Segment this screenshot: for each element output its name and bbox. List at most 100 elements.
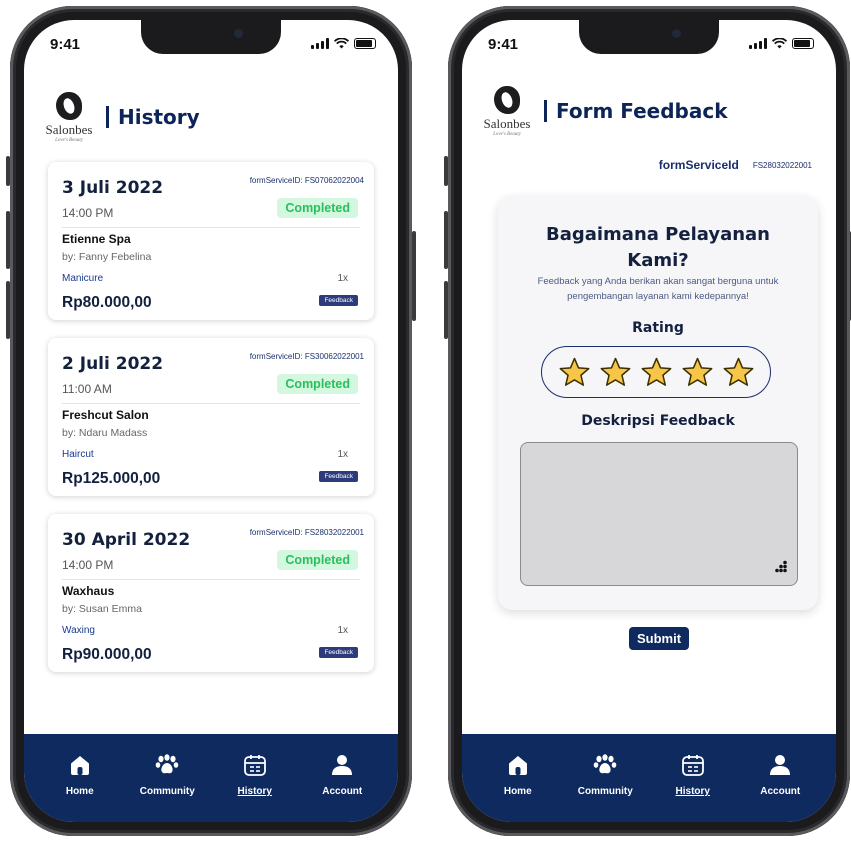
history-header: Salonbes Love's Beauty History (42, 92, 380, 152)
feedback-question: Bagaimana Pelayanan Kami? (545, 224, 770, 271)
nav-community-label: Community (577, 786, 633, 797)
home-icon (478, 752, 558, 778)
card-salon-name: Etienne Spa (62, 232, 131, 246)
card-quantity: 1x (337, 625, 348, 636)
volume-down-button (6, 281, 10, 339)
calendar-icon (653, 752, 733, 778)
page-title: History (106, 106, 200, 128)
nav-community-label: Community (139, 786, 195, 797)
feedback-description: Feedback yang Anda berikan akan sangat b… (537, 276, 779, 302)
nav-account-label: Account (760, 786, 801, 797)
user-icon (302, 752, 382, 778)
battery-icon (792, 38, 814, 49)
paw-icon (565, 752, 645, 778)
card-form-service-id: formServiceID: FS30062022001 (249, 352, 364, 361)
star-icon[interactable] (640, 356, 673, 389)
status-time: 9:41 (50, 36, 81, 53)
star-icon[interactable] (681, 356, 714, 389)
feedback-description-input[interactable] (520, 442, 798, 586)
status-badge: Completed (277, 374, 358, 394)
battery-icon (354, 38, 376, 49)
logo-tagline: Love's Beauty (55, 138, 83, 143)
nav-home-label: Home (65, 786, 94, 797)
feedback-screen: 9:41 Salonbes Love's Beauty Form Feedbac… (462, 20, 836, 822)
paw-icon (127, 752, 207, 778)
logo-mark-icon (494, 86, 520, 114)
star-icon[interactable] (722, 356, 755, 389)
nav-home-label: Home (503, 786, 532, 797)
nav-account[interactable]: Account (302, 734, 382, 822)
signal-icon (749, 38, 767, 49)
card-time: 14:00 PM (62, 558, 114, 572)
card-stylist: by: Ndaru Madass (62, 427, 148, 439)
nav-history[interactable]: History (215, 734, 295, 822)
nav-account-label: Account (322, 786, 363, 797)
bottom-nav: Home Community History Account (462, 734, 836, 822)
nav-home[interactable]: Home (478, 734, 558, 822)
card-price: Rp125.000,00 (62, 470, 161, 487)
feedback-button[interactable]: Feedback (319, 647, 358, 658)
silent-switch (444, 156, 448, 186)
nav-history-label: History (237, 786, 272, 797)
nav-history[interactable]: History (653, 734, 733, 822)
feedback-header: Salonbes Love's Beauty Form Feedback (480, 86, 818, 146)
logo-tagline: Love's Beauty (493, 132, 521, 137)
card-time: 14:00 PM (62, 206, 114, 220)
card-stylist: by: Fanny Febelina (62, 251, 152, 263)
nav-home[interactable]: Home (40, 734, 120, 822)
star-icon[interactable] (599, 356, 632, 389)
card-price: Rp80.000,00 (62, 294, 152, 311)
nav-account[interactable]: Account (740, 734, 820, 822)
status-time: 9:41 (488, 36, 519, 53)
status-bar: 9:41 (462, 34, 836, 58)
card-service: Waxing (62, 625, 95, 636)
card-salon-name: Waxhaus (62, 584, 115, 598)
card-divider (62, 227, 360, 228)
card-form-service-id: formServiceID: FS07062022004 (249, 176, 364, 185)
form-service-id-value: FS28032022001 (752, 160, 812, 170)
card-time: 11:00 AM (62, 382, 112, 396)
volume-up-button (6, 211, 10, 269)
card-divider (62, 403, 360, 404)
silent-switch (6, 156, 10, 186)
card-divider (62, 579, 360, 580)
history-card: 3 Juli 2022 formServiceID: FS07062022004… (48, 162, 374, 320)
page-title: Form Feedback (544, 100, 728, 122)
status-badge: Completed (277, 198, 358, 218)
feedback-button[interactable]: Feedback (319, 471, 358, 482)
submit-button[interactable]: Submit (629, 627, 690, 650)
resize-grip-icon[interactable] (774, 560, 788, 574)
status-bar: 9:41 (24, 34, 398, 58)
card-service: Haircut (62, 449, 94, 460)
volume-up-button (444, 211, 448, 269)
volume-down-button (444, 281, 448, 339)
history-card: 30 April 2022 formServiceID: FS280320220… (48, 514, 374, 672)
form-service-id-label: formServiceId (658, 158, 739, 172)
nav-community[interactable]: Community (565, 734, 645, 822)
salonbes-logo: Salonbes Love's Beauty (480, 86, 534, 146)
user-icon (740, 752, 820, 778)
wifi-icon (334, 38, 349, 49)
power-button (412, 231, 416, 321)
star-icon[interactable] (558, 356, 591, 389)
feedback-button[interactable]: Feedback (319, 295, 358, 306)
salonbes-logo: Salonbes Love's Beauty (42, 92, 96, 152)
logo-brand: Salonbes (483, 116, 531, 131)
wifi-icon (772, 38, 787, 49)
card-service: Manicure (62, 273, 104, 284)
feedback-card: Bagaimana Pelayanan Kami? Feedback yang … (498, 196, 818, 610)
description-label: Deskripsi Feedback (581, 413, 735, 429)
phone-frame-feedback: 9:41 Salonbes Love's Beauty Form Feedbac… (444, 6, 851, 836)
home-icon (40, 752, 120, 778)
history-screen: 9:41 Salonbes Love's Beauty History 3 Ju… (24, 20, 398, 822)
card-price: Rp90.000,00 (62, 646, 152, 663)
card-date: 3 Juli 2022 (62, 178, 164, 198)
logo-brand: Salonbes (45, 122, 93, 137)
card-form-service-id: formServiceID: FS28032022001 (249, 528, 364, 537)
nav-community[interactable]: Community (127, 734, 207, 822)
signal-icon (311, 38, 329, 49)
history-card: 2 Juli 2022 formServiceID: FS30062022001… (48, 338, 374, 496)
card-quantity: 1x (337, 449, 348, 460)
card-quantity: 1x (337, 273, 348, 284)
star-rating (541, 346, 771, 398)
